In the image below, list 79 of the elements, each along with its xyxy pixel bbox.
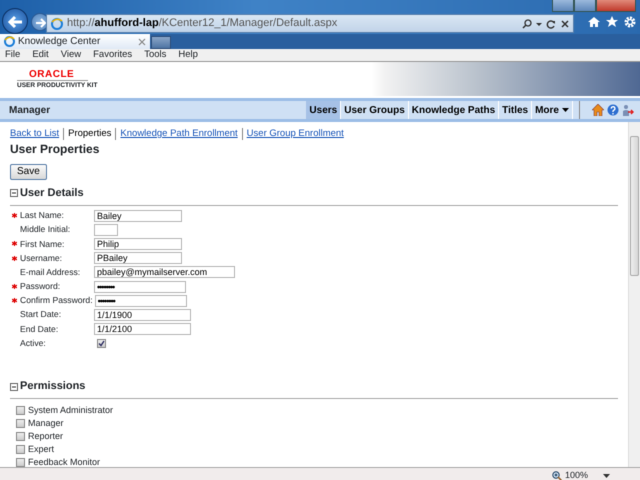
dropdown-icon[interactable] bbox=[603, 474, 610, 478]
zoom-icon[interactable] bbox=[552, 471, 562, 480]
subnav-link[interactable]: User Group Enrollment bbox=[242, 128, 348, 140]
new-tab-button[interactable] bbox=[151, 36, 171, 49]
input-field[interactable]: 1/1/2100 bbox=[94, 323, 191, 336]
collapse-icon[interactable] bbox=[10, 382, 18, 391]
nav-tab[interactable]: Users bbox=[306, 101, 342, 119]
subnav-item[interactable]: Properties bbox=[63, 128, 116, 140]
save-button[interactable]: Save bbox=[10, 164, 47, 180]
input-field[interactable] bbox=[94, 224, 118, 236]
home-icon[interactable] bbox=[588, 16, 600, 28]
nav-tab[interactable]: Titles bbox=[499, 101, 532, 119]
help-icon[interactable] bbox=[607, 104, 619, 116]
checkbox[interactable] bbox=[16, 406, 25, 415]
browser-logo-icon bbox=[51, 18, 63, 30]
menu-item[interactable]: Favorites bbox=[93, 48, 132, 62]
scrollbar[interactable] bbox=[628, 122, 640, 467]
field-label: Active: bbox=[20, 336, 47, 350]
maximize-button[interactable] bbox=[574, 0, 596, 12]
input-field[interactable]: Philip bbox=[94, 238, 182, 250]
input-field[interactable]: 1/1/1900 bbox=[94, 308, 191, 321]
field-label: Start Date: bbox=[20, 308, 62, 322]
field-label: Password: bbox=[20, 280, 62, 293]
zoom-level[interactable]: 100% bbox=[564, 469, 588, 480]
input-field[interactable]: PBailey bbox=[94, 252, 182, 264]
section-title: User Details bbox=[20, 186, 84, 201]
menu-item[interactable]: File bbox=[5, 48, 20, 62]
input-field[interactable]: Bailey bbox=[94, 210, 182, 222]
checkbox-label: System Administrator bbox=[28, 404, 114, 417]
caret-icon bbox=[562, 108, 569, 112]
checkbox[interactable] bbox=[16, 432, 25, 441]
collapse-icon[interactable] bbox=[10, 189, 18, 198]
tab-title: Knowledge Center bbox=[18, 35, 100, 49]
star-icon[interactable] bbox=[606, 16, 618, 28]
nav-tab[interactable]: User Groups bbox=[341, 101, 409, 119]
subnav-link[interactable]: Back to List bbox=[10, 128, 64, 140]
minimize-button[interactable] bbox=[552, 0, 574, 12]
browser-logo-icon bbox=[4, 36, 15, 47]
field-label: Middle Initial: bbox=[20, 223, 72, 236]
checkbox-label: Manager bbox=[28, 416, 64, 430]
checkbox-label: Feedback Monitor bbox=[28, 456, 100, 467]
page-title: User Properties bbox=[10, 141, 100, 158]
subnav-link[interactable]: Knowledge Path Enrollment bbox=[115, 128, 242, 140]
nav-tab[interactable]: Knowledge Paths bbox=[408, 101, 500, 119]
input-field[interactable]: •••••••• bbox=[94, 294, 187, 307]
settings-icon[interactable] bbox=[624, 16, 636, 28]
field-label: End Date: bbox=[20, 322, 60, 336]
nav-tab[interactable]: More bbox=[532, 101, 573, 119]
close-button[interactable] bbox=[596, 0, 636, 12]
logo-text: ORACLE bbox=[17, 68, 88, 80]
search-icon[interactable] bbox=[522, 18, 532, 28]
checkbox[interactable] bbox=[16, 418, 25, 428]
refresh-icon[interactable] bbox=[546, 18, 556, 28]
input-field[interactable]: pbailey@mymailserver.com bbox=[94, 266, 235, 278]
field-label: Last Name: bbox=[20, 209, 65, 222]
manager-title: Manager bbox=[8, 104, 52, 118]
home-icon[interactable] bbox=[592, 104, 604, 116]
menu-item[interactable]: Tools bbox=[144, 48, 166, 62]
menu-item[interactable]: Edit bbox=[32, 48, 49, 62]
close-icon[interactable] bbox=[138, 38, 146, 46]
stop-icon[interactable] bbox=[560, 18, 570, 28]
section-title: Permissions bbox=[20, 379, 86, 394]
url-text: http://ahufford-lap/KCenter12_1/Manager/Default.aspx bbox=[67, 16, 338, 32]
checkbox-label: Reporter bbox=[28, 430, 64, 443]
menu-item[interactable]: Help bbox=[178, 48, 198, 62]
browser-tab[interactable]: Knowledge Center bbox=[0, 34, 150, 49]
logout-icon[interactable] bbox=[622, 104, 634, 116]
checkbox[interactable] bbox=[16, 458, 25, 467]
menu-item[interactable]: View bbox=[60, 48, 82, 62]
checkbox-label: Expert bbox=[28, 442, 54, 456]
field-label: First Name: bbox=[20, 238, 66, 250]
checkbox[interactable] bbox=[97, 338, 106, 348]
back-button[interactable] bbox=[2, 8, 28, 34]
field-label: Username: bbox=[20, 252, 64, 265]
address-bar[interactable]: http://ahufford-lap/KCenter12_1/Manager/Default.aspx bbox=[46, 14, 574, 33]
input-field[interactable]: •••••••• bbox=[94, 280, 186, 293]
checkbox[interactable] bbox=[16, 444, 25, 454]
field-label: Confirm Password: bbox=[20, 294, 94, 308]
field-label: E-mail Address: bbox=[20, 266, 82, 279]
